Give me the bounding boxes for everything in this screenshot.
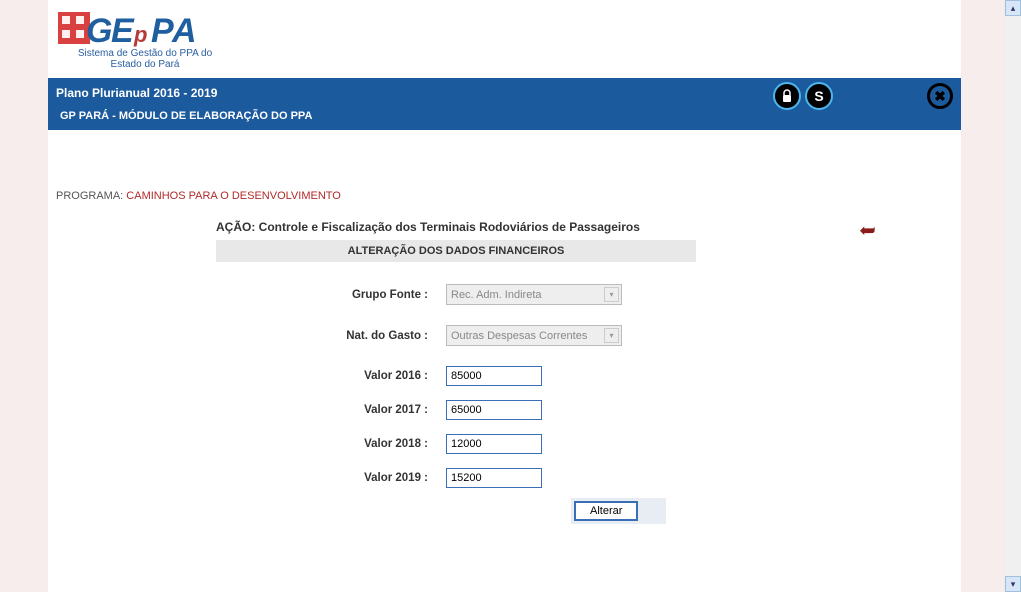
programa-label: PROGRAMA: bbox=[56, 190, 123, 202]
scroll-up-arrow-icon[interactable]: ▴ bbox=[1005, 0, 1021, 16]
valor-2019-input[interactable] bbox=[446, 468, 542, 488]
back-arrow-icon[interactable]: ➥ bbox=[859, 218, 876, 243]
acao-value: Controle e Fiscalização dos Terminais Ro… bbox=[259, 220, 640, 234]
grupo-fonte-value: Rec. Adm. Indireta bbox=[451, 289, 542, 301]
scrollbar-track[interactable] bbox=[1005, 16, 1021, 576]
nat-gasto-value: Outras Despesas Correntes bbox=[451, 330, 587, 342]
svg-text:p: p bbox=[133, 22, 147, 47]
acao-line: AÇÃO: Controle e Fiscalização dos Termin… bbox=[156, 220, 836, 234]
svg-text:A: A bbox=[171, 12, 197, 50]
valor-2016-input[interactable] bbox=[446, 366, 542, 386]
valor-2018-label: Valor 2018 : bbox=[276, 438, 446, 450]
grupo-fonte-select: Rec. Adm. Indireta ▾ bbox=[446, 284, 622, 305]
programa-value: CAMINHOS PARA O DESENVOLVIMENTO bbox=[126, 190, 341, 202]
alterar-button[interactable]: Alterar bbox=[574, 501, 638, 521]
vertical-scrollbar[interactable]: ▴ ▾ bbox=[1005, 0, 1021, 592]
logo-subtitle: Sistema de Gestão do PPA do Estado do Pa… bbox=[60, 48, 230, 70]
nat-gasto-label: Nat. do Gasto : bbox=[276, 330, 446, 342]
valor-2017-input[interactable] bbox=[446, 400, 542, 420]
acao-label: AÇÃO: bbox=[216, 220, 255, 234]
svg-text:G: G bbox=[86, 12, 112, 50]
chevron-down-icon: ▾ bbox=[604, 328, 619, 343]
logo-subtitle-line2: Estado do Pará bbox=[111, 59, 180, 70]
svg-text:E: E bbox=[111, 12, 135, 50]
header-bar: Plano Plurianual 2016 - 2019 GP PARÁ - M… bbox=[48, 78, 961, 130]
scroll-down-arrow-icon[interactable]: ▾ bbox=[1005, 576, 1021, 592]
grupo-fonte-label: Grupo Fonte : bbox=[276, 289, 446, 301]
programa-line: PROGRAMA: CAMINHOS PARA O DESENVOLVIMENT… bbox=[56, 190, 953, 202]
svg-text:P: P bbox=[151, 12, 174, 50]
logo-area: G E p P A Sistema de Gestão do PPA do Es… bbox=[48, 0, 961, 72]
lock-icon[interactable] bbox=[773, 82, 801, 110]
logo-subtitle-line1: Sistema de Gestão do PPA do bbox=[78, 48, 212, 59]
section-title: ALTERAÇÃO DOS DADOS FINANCEIROS bbox=[216, 240, 696, 262]
geppa-logo-icon: G E p P A bbox=[56, 8, 226, 52]
valor-2016-label: Valor 2016 : bbox=[276, 370, 446, 382]
s-button[interactable]: S bbox=[805, 82, 833, 110]
nat-gasto-select: Outras Despesas Correntes ▾ bbox=[446, 325, 622, 346]
valor-2018-input[interactable] bbox=[446, 434, 542, 454]
close-icon[interactable] bbox=[927, 83, 953, 109]
chevron-down-icon: ▾ bbox=[604, 287, 619, 302]
valor-2019-label: Valor 2019 : bbox=[276, 472, 446, 484]
valor-2017-label: Valor 2017 : bbox=[276, 404, 446, 416]
